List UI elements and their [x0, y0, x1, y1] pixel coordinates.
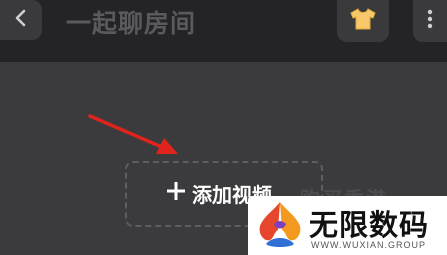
shirt-icon [350, 8, 376, 34]
chevron-left-icon [14, 9, 28, 31]
outfit-button[interactable] [337, 0, 389, 42]
page-title: 一起聊房间 [66, 9, 197, 38]
app-window: 一起聊房间 添加视频 购买香港 [0, 0, 447, 255]
more-button[interactable] [413, 0, 447, 42]
watermark-logo-icon [256, 200, 304, 250]
red-arrow-icon [86, 110, 186, 158]
plus-icon [166, 181, 186, 201]
back-button[interactable] [0, 0, 42, 40]
top-bar: 一起聊房间 [0, 0, 447, 62]
watermark-url: WWW.WUXIAN.GROUP [311, 240, 426, 250]
more-vertical-icon [427, 8, 433, 34]
watermark-title: 无限数码 [309, 208, 430, 242]
